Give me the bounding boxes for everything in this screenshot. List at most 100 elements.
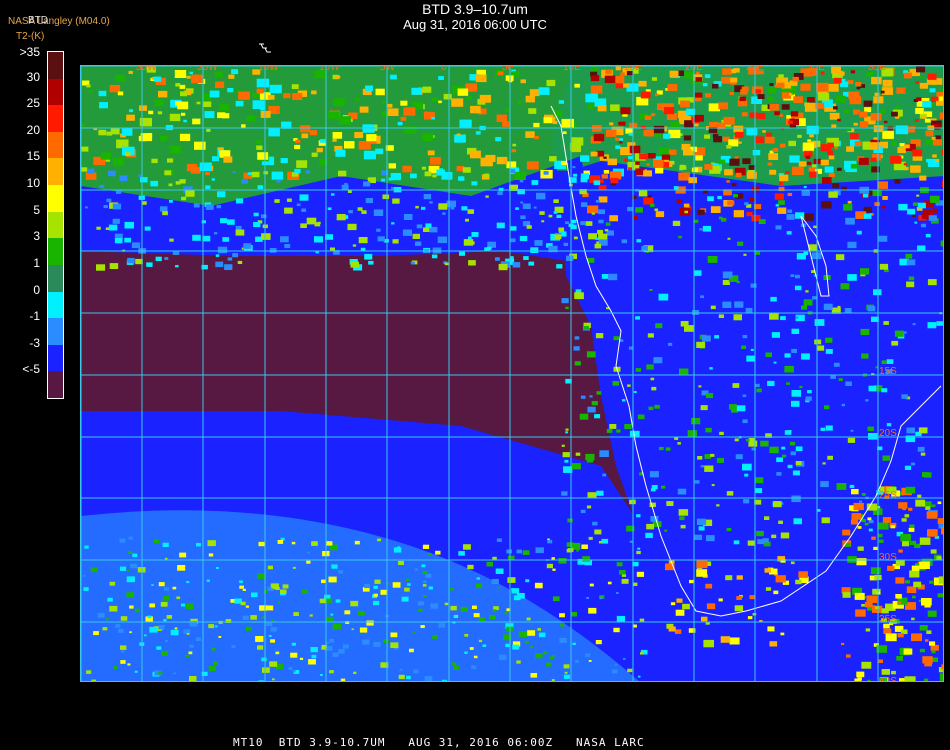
- cloud-speck: [861, 661, 872, 669]
- cloud-speck: [721, 217, 727, 222]
- cloud-speck: [291, 541, 296, 545]
- cloud-speck: [552, 568, 556, 571]
- cloud-speck: [747, 616, 753, 620]
- cloud-speck: [368, 260, 374, 265]
- cloud-speck: [791, 390, 801, 397]
- cloud-speck: [399, 669, 403, 671]
- legend-label: >35: [19, 45, 40, 59]
- lat-label: 35S: [879, 614, 897, 625]
- cloud-speck: [118, 629, 124, 633]
- cloud-speck: [837, 167, 842, 171]
- cloud-speck: [919, 175, 927, 181]
- cloud-speck: [332, 132, 343, 139]
- cloud-speck: [791, 495, 801, 503]
- cloud-speck: [615, 66, 622, 71]
- cloud-speck: [867, 306, 876, 312]
- cloud-speck: [805, 290, 809, 293]
- cloud-speck: [640, 652, 644, 655]
- cloud-speck: [918, 427, 928, 434]
- cloud-speck: [638, 80, 647, 87]
- cloud-speck: [534, 135, 539, 140]
- cloud-speck: [188, 651, 193, 655]
- cloud-speck: [870, 567, 881, 575]
- cloud-speck: [925, 139, 933, 145]
- cloud-speck: [912, 214, 916, 217]
- cloud-speck: [228, 74, 235, 79]
- cloud-speck: [903, 162, 908, 166]
- cloud-speck: [774, 111, 780, 116]
- cloud-speck: [878, 539, 884, 543]
- cloud-speck: [936, 92, 943, 97]
- cloud-speck: [750, 348, 754, 351]
- cloud-speck: [803, 299, 813, 306]
- cloud-speck: [621, 239, 628, 244]
- cloud-speck: [96, 226, 101, 230]
- cloud-speck: [132, 553, 138, 558]
- cloud-speck: [732, 383, 740, 388]
- cloud-speck: [291, 642, 296, 646]
- cloud-speck: [925, 506, 931, 510]
- cloud-speck: [552, 596, 560, 602]
- cloud-speck: [908, 527, 915, 532]
- cloud-speck: [565, 431, 569, 434]
- lat-label: 40S: [879, 676, 897, 682]
- cloud-speck: [99, 102, 108, 109]
- cloud-speck: [926, 158, 932, 163]
- cloud-speck: [563, 242, 569, 246]
- lat-label: 25S: [879, 490, 897, 501]
- cloud-speck: [912, 202, 918, 206]
- cloud-speck: [798, 571, 808, 578]
- cloud-speck: [629, 145, 641, 154]
- cloud-speck: [518, 631, 528, 638]
- cloud-speck: [582, 556, 591, 562]
- cloud-speck: [687, 430, 697, 437]
- cloud-speck: [311, 541, 318, 546]
- cloud-speck: [752, 150, 761, 156]
- cloud-speck: [741, 112, 748, 117]
- cloud-speck: [832, 183, 839, 189]
- cloud-speck: [615, 663, 618, 666]
- cloud-speck: [645, 532, 653, 539]
- cloud-speck: [422, 570, 428, 575]
- cloud-speck: [729, 92, 734, 96]
- cloud-speck: [245, 626, 252, 631]
- cloud-speck: [413, 669, 419, 674]
- cloud-speck: [305, 170, 311, 174]
- cloud-speck: [869, 142, 881, 150]
- cloud-speck: [495, 137, 502, 142]
- legend-swatch: [48, 52, 63, 79]
- cloud-speck: [899, 143, 905, 147]
- satellite-map[interactable]: 35W 30W 15W 10W 5W 0 5E 10E 15E 20E 25E 30E 35E 15S 20…: [80, 65, 944, 682]
- cloud-speck: [822, 462, 826, 465]
- cloud-speck: [816, 345, 825, 351]
- cloud-speck: [107, 597, 113, 602]
- cloud-speck: [787, 464, 793, 469]
- cloud-speck: [863, 213, 872, 219]
- cloud-speck: [549, 156, 557, 162]
- cloud-speck: [775, 225, 782, 230]
- cloud-speck: [442, 679, 447, 681]
- cloud-speck: [93, 631, 99, 636]
- cloud-speck: [696, 341, 706, 348]
- cloud-speck: [412, 233, 420, 239]
- cloud-speck: [726, 145, 732, 149]
- cloud-speck: [180, 91, 187, 97]
- cloud-speck: [186, 75, 191, 79]
- cloud-speck: [610, 104, 620, 111]
- cloud-speck: [403, 214, 413, 220]
- cloud-speck: [553, 199, 559, 203]
- cloud-speck: [218, 103, 229, 111]
- cloud-speck: [666, 501, 671, 505]
- units-label: T2-(K): [16, 31, 45, 42]
- cloud-speck: [607, 158, 617, 166]
- cloud-speck: [473, 655, 478, 659]
- cloud-speck: [580, 155, 590, 162]
- cloud-speck: [848, 91, 860, 100]
- cloud-speck: [926, 630, 932, 634]
- lon-label: 35E: [868, 66, 886, 73]
- cloud-speck: [807, 97, 815, 103]
- cloud-speck: [382, 639, 389, 643]
- cloud-speck: [834, 146, 838, 150]
- cloud-speck: [790, 274, 795, 277]
- cloud-speck: [596, 490, 604, 496]
